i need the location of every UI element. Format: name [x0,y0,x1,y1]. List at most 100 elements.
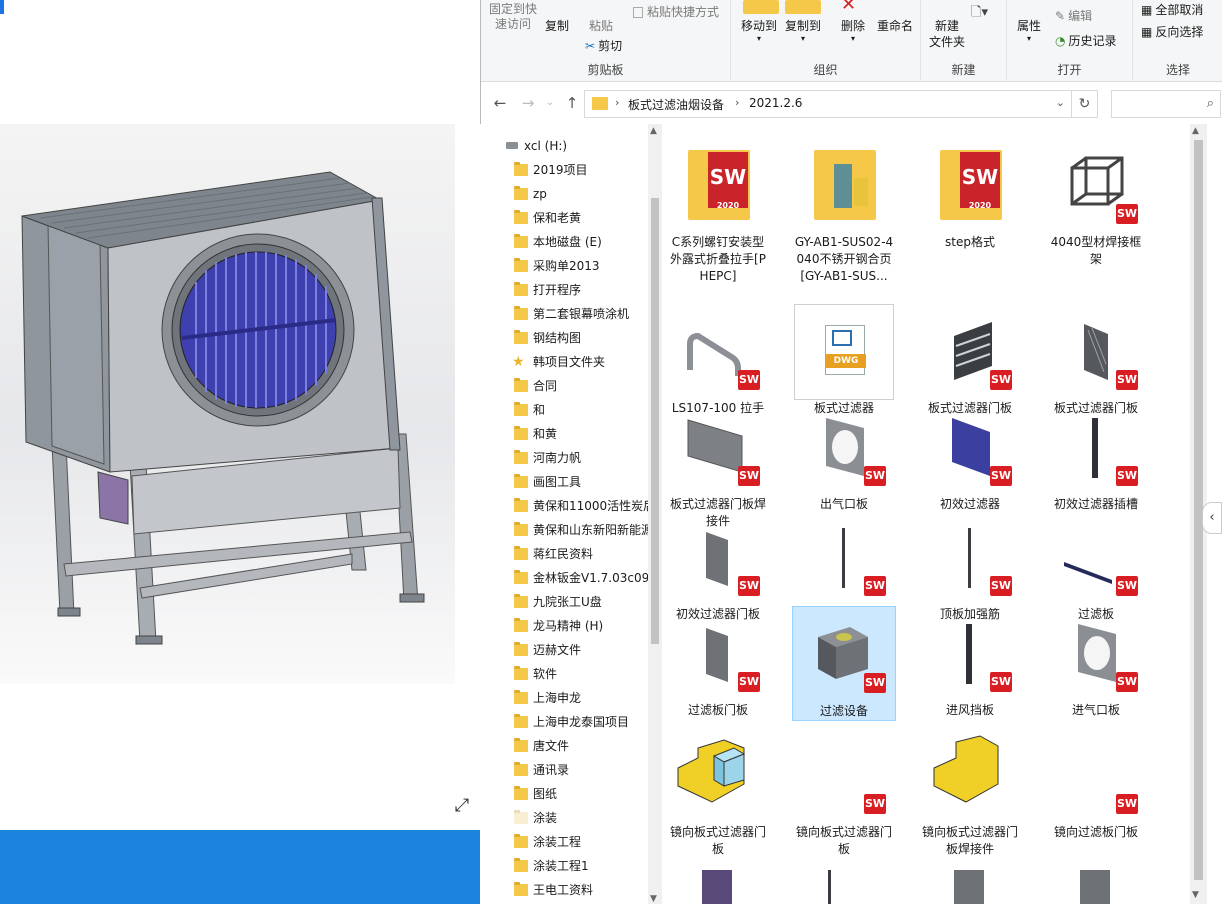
tree-item-folder[interactable]: 图纸 [480,782,662,806]
delete-icon: ✕ [841,0,857,15]
tree-item-folder[interactable]: 打开程序 [480,278,662,302]
breadcrumb-item[interactable]: 板式过滤油烟设备 [628,96,724,113]
tree-item-drive[interactable]: xcl (H:) [480,134,662,158]
file-item[interactable]: SW 2020 C系列螺钉安装型外露式折叠拉手[PHEPC] [666,138,770,285]
pin-quick-access-button[interactable]: 固定到快 速访问 [489,2,537,32]
file-thumbnail [668,728,768,824]
file-item[interactable]: SW 过滤板门板 [666,606,770,719]
breadcrumb-item[interactable]: 2021.2.6 [749,96,802,110]
file-item[interactable]: SW 镜向板式过滤器门板 [792,728,896,858]
file-item[interactable]: 镜向板式过滤器门板 [666,728,770,858]
file-item[interactable]: SW 出气口板 [792,400,896,513]
file-item[interactable]: GY-AB1-SUS02-4040不锈开钢合页[GY-AB1-SUS... [792,138,896,285]
tree-item-folder[interactable]: 合同 [480,374,662,398]
tree-item-folder[interactable]: 通讯录 [480,758,662,782]
folder-icon [514,474,528,488]
file-item[interactable]: SW 2020 step格式 [918,138,1022,251]
tree-item-folder[interactable]: 软件 [480,662,662,686]
recent-locations-icon[interactable]: ⌄ [541,94,559,112]
rename-button[interactable]: 重命名 [877,18,913,35]
chevron-down-icon[interactable]: ⌄ [1056,96,1065,109]
tree-item-label: xcl (H:) [524,139,568,153]
mirror-part-icon [933,735,999,803]
search-input[interactable]: ⌕ [1111,90,1221,118]
folder-icon [514,186,528,200]
file-item[interactable]: SW 4040型材焊接框架 [1044,138,1148,268]
model-canvas[interactable] [0,124,455,684]
paste-shortcut-button[interactable]: 粘贴快捷方式 [633,4,719,21]
tree-item-folder[interactable]: 蒋红民资料 [480,542,662,566]
tree-item-folder[interactable]: 唐文件 [480,734,662,758]
copy-to-button[interactable]: 复制到 ▾ [785,18,821,43]
tree-item-folder[interactable]: 保和老黄 [480,206,662,230]
cut-button[interactable]: ✂ 剪切 [585,38,622,55]
new-folder-button[interactable]: 新建 文件夹 [929,18,965,50]
scroll-down-icon[interactable]: ▼ [1192,890,1199,900]
tree-item-folder[interactable]: 和 [480,398,662,422]
expand-icon[interactable]: ⤢ [452,796,472,816]
tree-item-folder[interactable]: 本地磁盘 (E) [480,230,662,254]
file-thumbnail-partial[interactable] [1080,870,1110,904]
back-arrow-icon[interactable]: ← [491,94,509,112]
tree-item-folder[interactable]: 上海申龙 [480,686,662,710]
file-item[interactable]: SW 初效过滤器插槽 [1044,400,1148,513]
tree-item-folder[interactable]: ★ 韩项目文件夹 [480,350,662,374]
select-none-icon: ▦ [1141,3,1153,17]
tree-item-folder[interactable]: 画图工具 [480,470,662,494]
tree-item-folder[interactable]: 第二套银幕喷涂机 [480,302,662,326]
tree-item-folder[interactable]: 涂装工程1 [480,854,662,878]
refresh-icon[interactable]: ↻ [1071,90,1098,118]
file-item[interactable]: 镜向板式过滤器门板焊接件 [918,728,1022,858]
dwg-file-icon: DWG [825,325,866,375]
chevron-left-icon[interactable]: ‹ [1202,502,1222,534]
invert-selection-button[interactable]: ▦ 反向选择 [1141,24,1203,41]
file-thumbnail: SW [920,304,1020,400]
file-item[interactable]: SW 进风挡板 [918,606,1022,719]
file-thumbnail: SW [920,606,1020,702]
copy-button[interactable]: 复制 [545,18,569,35]
scroll-up-icon[interactable]: ▲ [650,126,657,136]
file-item[interactable]: SW 进气口板 [1044,606,1148,719]
file-item[interactable]: SW 镜向过滤板门板 [1044,728,1148,841]
scroll-down-icon[interactable]: ▼ [650,894,657,904]
tree-item-folder[interactable]: zp [480,182,662,206]
properties-button[interactable]: 属性 ▾ [1017,18,1041,43]
file-name: 过滤设备 [819,704,868,718]
paste-button[interactable]: 粘贴 [589,18,613,35]
tree-item-label: 河南力帆 [533,451,582,465]
tree-item-folder[interactable]: 上海申龙泰国项目 [480,710,662,734]
edit-button[interactable]: ✎ 编辑 [1055,8,1092,25]
tree-item-folder[interactable]: 钢结构图 [480,326,662,350]
tree-item-folder[interactable]: 金林钣金V1.7.03c09I [480,566,662,590]
new-item-icon[interactable]: 🗋▾ [971,4,988,21]
tree-item-folder[interactable]: 涂装 [480,806,662,830]
file-item[interactable]: SW 过滤设备 [792,606,896,721]
tree-item-folder[interactable]: 河南力帆 [480,446,662,470]
file-item[interactable]: SW 初效过滤器 [918,400,1022,513]
navigation-pane-scrollbar[interactable]: ▲ ▼ [648,124,662,904]
tree-item-folder[interactable]: 九院张工U盘 [480,590,662,614]
tree-item-label: 第二套银幕喷涂机 [533,307,630,321]
tree-item-folder[interactable]: 龙马精神 (H) [480,614,662,638]
tree-item-folder[interactable]: 涂装工程 [480,830,662,854]
tree-item-folder[interactable]: 2019项目 [480,158,662,182]
tree-item-folder[interactable]: 黄保和山东新阳新能源 [480,518,662,542]
scrollbar-thumb[interactable] [651,198,659,644]
file-thumbnail-partial[interactable] [702,870,732,904]
up-arrow-icon[interactable]: ↑ [563,94,581,112]
solidworks-badge-icon: SW [990,672,1012,692]
history-button[interactable]: ◔ 历史记录 [1055,33,1117,50]
move-to-button[interactable]: 移动到 ▾ [741,18,777,43]
file-thumbnail-partial[interactable] [828,870,858,904]
tree-item-folder[interactable]: 王电工资料 [480,878,662,902]
address-bar[interactable]: › 板式过滤油烟设备 › 2021.2.6 ⌄ [584,90,1074,118]
delete-button[interactable]: 删除 ▾ [841,18,865,43]
tree-item-folder[interactable]: 迈赫文件 [480,638,662,662]
forward-arrow-icon[interactable]: → [519,94,537,112]
tree-item-folder[interactable]: 和黄 [480,422,662,446]
scroll-up-icon[interactable]: ▲ [1192,126,1199,136]
file-thumbnail-partial[interactable] [954,870,984,904]
tree-item-folder[interactable]: 采购单2013 [480,254,662,278]
tree-item-folder[interactable]: 黄保和11000活性炭后 [480,494,662,518]
select-none-button[interactable]: ▦ 全部取消 [1141,2,1203,19]
